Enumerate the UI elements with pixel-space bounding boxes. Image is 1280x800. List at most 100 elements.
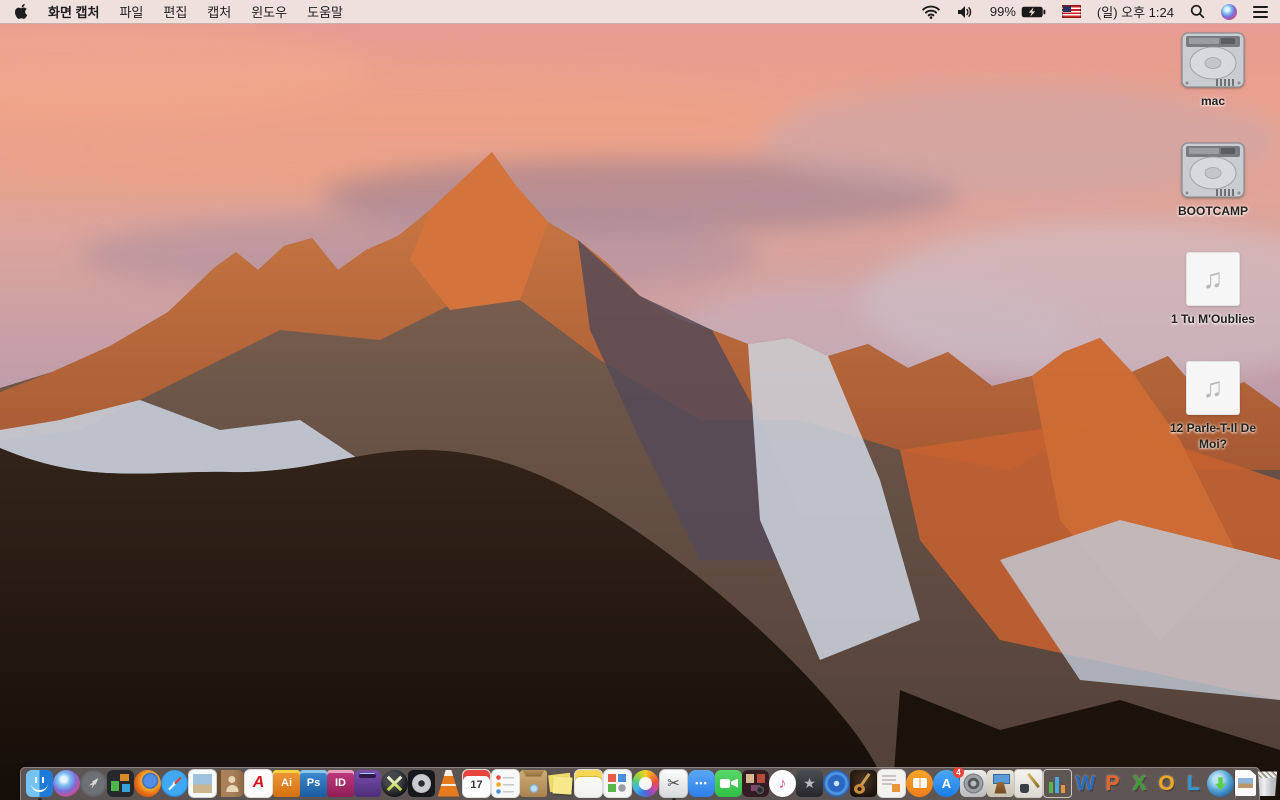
desktop-icon-audio-2[interactable]: ♫ 12 Parle-T-Il De Moi? [1153, 360, 1273, 452]
numbers-dock-icon[interactable] [1043, 768, 1072, 798]
calendar-glyph: 17 [470, 779, 483, 791]
audio-file-icon: ♫ [1186, 360, 1240, 415]
excel-dock-icon[interactable]: X [1126, 770, 1153, 797]
menu-bar: 화면 캡처 파일 편집 캡처 윈도우 도움말 99% (일) 오후 1:24 [0, 0, 1280, 24]
itunes-glyph: ♪ [778, 774, 787, 792]
illustrator-dock-icon[interactable]: Ai [273, 769, 300, 797]
keynote-dock-icon[interactable] [987, 769, 1014, 797]
finder-dock-icon[interactable] [26, 769, 53, 800]
desktop-icon-column: mac BOOTCAMP ♫ 1 Tu M'Oublies ♫ 12 Parle… [1152, 32, 1274, 485]
us-flag-icon [1061, 5, 1081, 18]
toast-dock-icon[interactable] [354, 769, 381, 797]
wifi-menu[interactable] [914, 0, 948, 23]
app-store-badge: 4 [953, 766, 964, 778]
photos-dock-icon[interactable] [632, 769, 659, 797]
desktop: 화면 캡처 파일 편집 캡처 윈도우 도움말 99% (일) 오후 1:24 m… [0, 0, 1280, 800]
audio-file-icon: ♫ [1186, 252, 1240, 307]
menu-capture[interactable]: 캡처 [197, 0, 241, 23]
active-app-menu[interactable]: 화면 캡처 [38, 0, 109, 23]
document-stack-dock-icon[interactable] [877, 768, 906, 798]
grab-dock-icon[interactable]: ✂ [659, 768, 688, 800]
contacts-dock-icon[interactable] [217, 769, 244, 797]
word-dock-icon[interactable]: W [1072, 770, 1099, 797]
dvd-player-dock-icon[interactable] [823, 769, 850, 797]
grab-glyph: ✂ [667, 774, 680, 792]
menu-file[interactable]: 파일 [109, 0, 153, 23]
system-preferences-dock-icon[interactable] [960, 769, 987, 797]
calendar-dock-icon[interactable]: 17 [462, 768, 491, 798]
wifi-icon [922, 5, 940, 19]
indesign-dock-icon[interactable]: ID [327, 769, 354, 797]
music-note-icon: ♫ [1202, 263, 1224, 295]
document-file-dock-icon[interactable] [1235, 770, 1256, 796]
garageband-dock-icon[interactable] [850, 769, 877, 797]
launchpad-dock-icon[interactable] [80, 769, 107, 797]
volume-icon [957, 5, 972, 18]
battery-menu[interactable]: 99% [982, 0, 1054, 23]
app-store-dock-icon[interactable]: A4 [933, 766, 964, 797]
hard-drive-icon [1181, 142, 1245, 198]
powerpoint-dock-icon[interactable]: P [1099, 770, 1126, 797]
menu-edit[interactable]: 편집 [153, 0, 197, 23]
ibooks-dock-icon[interactable] [906, 769, 933, 797]
siri-icon [1221, 3, 1237, 20]
wallpaper-sierra-mountain [0, 0, 1280, 800]
itunes-dock-icon[interactable]: ♪ [769, 769, 796, 797]
desktop-icon-audio-1[interactable]: ♫ 1 Tu M'Oublies [1153, 252, 1273, 327]
powerpoint-glyph: P [1105, 771, 1120, 795]
mission-control-dock-icon[interactable] [107, 769, 134, 797]
desktop-icon-label: 12 Parle-T-Il De Moi? [1169, 420, 1257, 451]
notification-center-menu[interactable] [1245, 0, 1276, 23]
lync-dock-icon[interactable]: L [1180, 770, 1207, 797]
firefox-dock-icon[interactable] [134, 769, 161, 797]
imovie-dock-icon[interactable]: ★ [796, 769, 823, 797]
desktop-icon-bootcamp-drive[interactable]: BOOTCAMP [1153, 142, 1273, 219]
indesign-glyph: ID [335, 776, 346, 789]
facetime-dock-icon[interactable] [715, 769, 742, 797]
battery-percent: 99% [989, 4, 1016, 19]
outlook-dock-icon[interactable]: O [1153, 770, 1180, 797]
spotlight-search-icon [1190, 4, 1205, 19]
input-source-menu[interactable] [1054, 0, 1089, 23]
imovie-glyph: ★ [803, 775, 816, 791]
menu-window[interactable]: 윈도우 [241, 0, 297, 23]
notes-dock-icon[interactable] [574, 768, 603, 798]
acrobat-reader-glyph: A [252, 774, 265, 791]
word-glyph: W [1075, 771, 1096, 795]
preview-dock-icon[interactable] [188, 768, 217, 798]
image-capture-dock-icon[interactable] [603, 768, 632, 798]
safari-dock-icon[interactable] [161, 769, 188, 797]
excel-glyph: X [1132, 771, 1147, 795]
ms-autoupdate-dock-icon[interactable] [1207, 769, 1234, 797]
messages-dock-icon[interactable]: ••• [688, 769, 715, 797]
disk-utility-dock-icon[interactable] [408, 769, 435, 797]
pages-dock-icon[interactable] [1014, 768, 1043, 798]
battery-charging-icon [1021, 6, 1046, 17]
siri-menu[interactable] [1213, 0, 1245, 23]
clock-menu[interactable]: (일) 오후 1:24 [1089, 0, 1182, 23]
apple-menu[interactable] [4, 0, 38, 23]
photo-booth-dock-icon[interactable] [742, 769, 769, 797]
lync-glyph: L [1187, 771, 1200, 795]
dock-separator[interactable] [1234, 768, 1235, 798]
reminders-dock-icon[interactable] [491, 768, 520, 798]
menu-help[interactable]: 도움말 [297, 0, 353, 23]
illustrator-glyph: Ai [281, 776, 292, 789]
vlc-dock-icon[interactable] [437, 769, 460, 797]
quicksilver-dock-icon[interactable] [381, 769, 408, 797]
photoshop-glyph: Ps [306, 776, 321, 789]
spotlight-menu[interactable] [1182, 0, 1213, 23]
desktop-icon-label: mac [1200, 94, 1226, 108]
siri-dock-icon[interactable] [53, 769, 80, 797]
desktop-icon-label: BOOTCAMP [1178, 204, 1248, 219]
volume-menu[interactable] [948, 0, 982, 23]
stickies-dock-icon[interactable] [547, 770, 574, 797]
desktop-icon-mac-drive[interactable]: mac [1153, 32, 1273, 109]
notification-center-icon [1253, 5, 1268, 18]
acrobat-reader-dock-icon[interactable]: A [244, 768, 273, 798]
photoshop-dock-icon[interactable]: Ps [300, 769, 327, 797]
messages-glyph: ••• [695, 777, 708, 788]
unarchiver-dock-icon[interactable] [520, 769, 547, 797]
desktop-icon-label: 1 Tu M'Oublies [1171, 312, 1255, 327]
dock: A Ai Ps ID 17 ✂ ••• ♪ ★ A 4 W P X O L [20, 766, 1278, 800]
